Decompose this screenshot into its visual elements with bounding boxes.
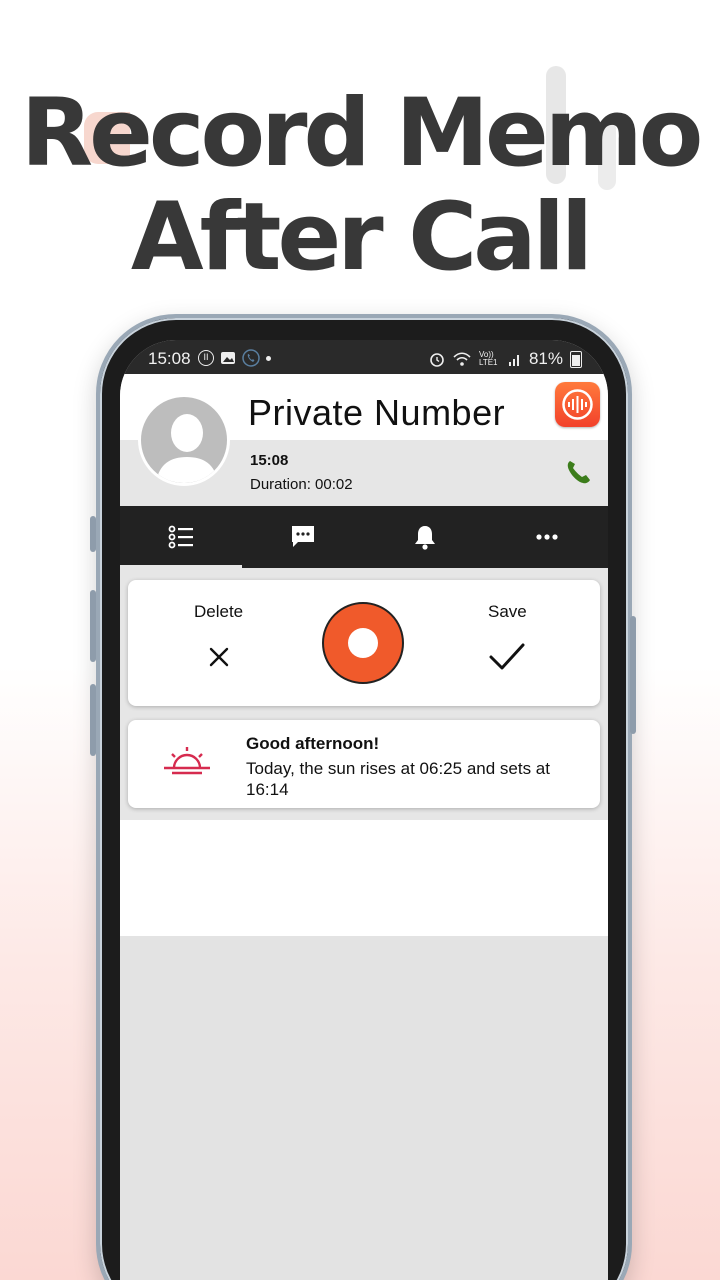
tab-messages[interactable] [242, 506, 364, 568]
tab-notes[interactable] [120, 506, 242, 568]
promo-headline: Record Memo After Call [0, 82, 720, 290]
record-dot [348, 628, 378, 658]
headline-line-1: Record Memo [20, 79, 704, 188]
status-icons-right: Vo)) LTE1 81% [429, 349, 582, 369]
call-duration: Duration: 00:02 [250, 476, 353, 493]
status-bar: 15:08 II Vo)) LTE1 81% [120, 340, 608, 374]
record-button[interactable] [322, 602, 404, 684]
phone-volume-down [90, 684, 96, 756]
close-icon[interactable] [206, 644, 232, 670]
wifi-icon [453, 352, 471, 366]
sun-info-card: Good afternoon! Today, the sun rises at … [128, 720, 600, 808]
phone-screen: 15:08 II Vo)) LTE1 81% Private Number 15… [120, 340, 608, 1280]
greeting-title: Good afternoon! [246, 734, 380, 753]
avatar [138, 394, 230, 486]
status-icons-left: II [198, 349, 271, 367]
battery-icon [570, 350, 582, 368]
alarm-icon [430, 353, 444, 367]
battery-percent: 81% [528, 349, 563, 368]
app-logo[interactable] [555, 382, 600, 427]
bell-icon [415, 526, 435, 550]
message-icon [292, 526, 314, 547]
network-type: Vo)) LTE1 [478, 350, 498, 367]
status-time: 15:08 [148, 349, 191, 368]
phone-power-button [630, 616, 636, 734]
tab-bar [120, 506, 608, 568]
sound-wave-icon [562, 389, 593, 420]
sunrise-icon [164, 747, 210, 775]
save-label: Save [488, 602, 527, 621]
phone-volume-up [90, 590, 96, 662]
image-icon [221, 352, 235, 364]
call-recording-icon [242, 349, 260, 367]
pause-icon: II [198, 350, 214, 366]
sun-times-text: Today, the sun rises at 06:25 and sets a… [246, 759, 550, 799]
recorder-card: Delete Save [128, 580, 600, 706]
phone-side-button [90, 516, 96, 552]
tab-more[interactable] [486, 506, 608, 568]
signal-icon [508, 355, 519, 366]
caller-name: Private Number [248, 392, 506, 433]
content-blank [120, 820, 608, 936]
check-icon[interactable] [488, 640, 526, 674]
more-icon [536, 534, 558, 540]
notification-dot [266, 355, 271, 361]
tab-reminders[interactable] [364, 506, 486, 568]
headline-line-2: After Call [130, 183, 593, 292]
list-icon [168, 525, 193, 549]
delete-label: Delete [194, 602, 244, 621]
phone-call-icon[interactable] [564, 458, 592, 486]
call-time: 15:08 [250, 452, 289, 469]
